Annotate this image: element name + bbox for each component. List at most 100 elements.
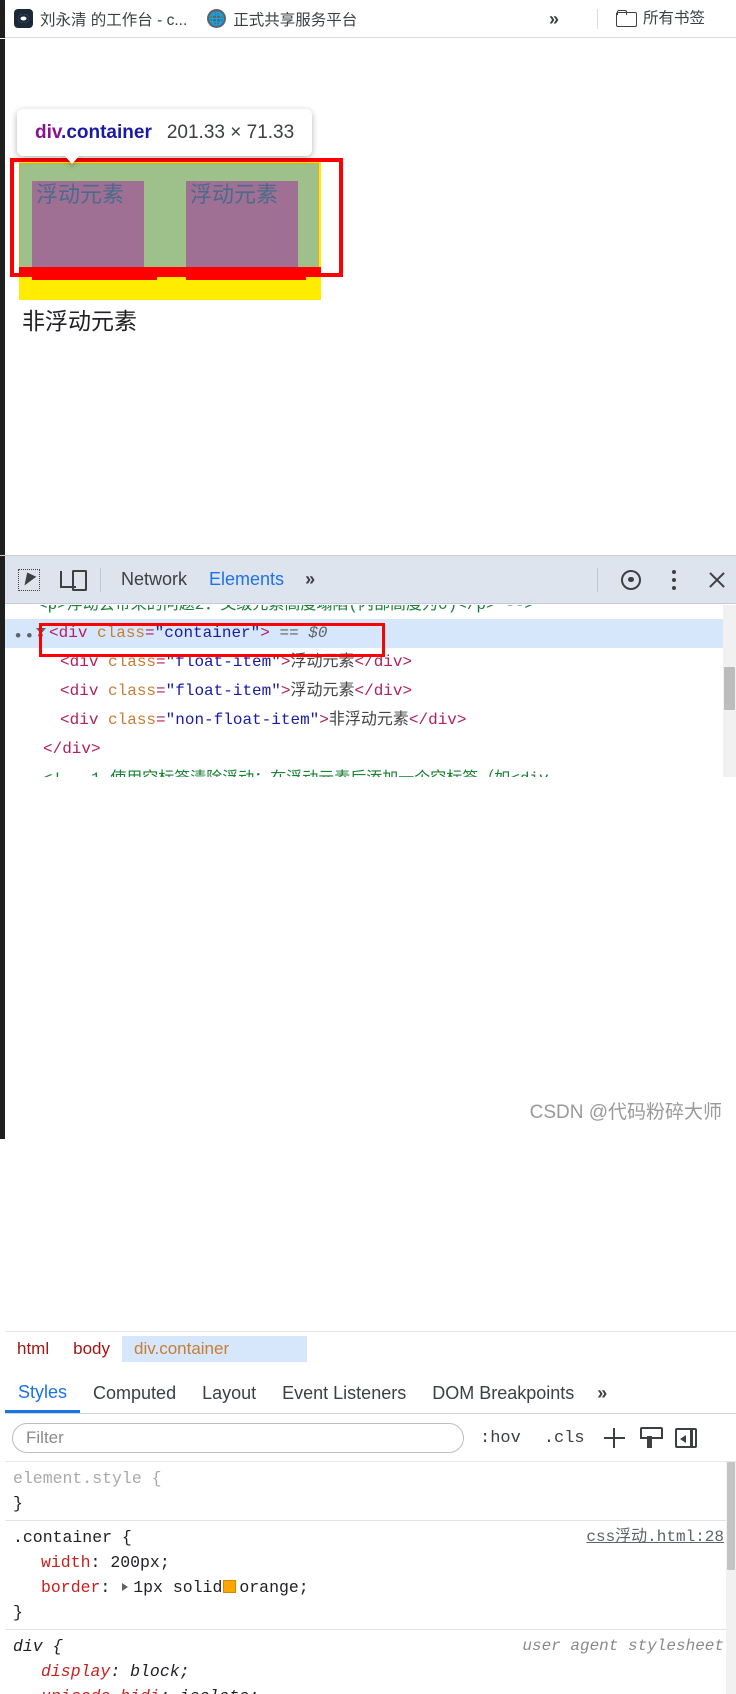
dom-tag-name: div — [69, 711, 99, 729]
dom-attr-value: "float-item" — [165, 682, 281, 700]
css-declaration-display[interactable]: display: block; — [13, 1659, 736, 1684]
styles-pane[interactable]: element.style { } .container { css浮动.htm… — [5, 1462, 736, 1694]
dom-eq: = — [145, 624, 155, 642]
css-value: block; — [130, 1662, 190, 1681]
dom-text-node: 浮动元素 — [290, 653, 355, 671]
css-rule-user-agent-div[interactable]: div { user agent stylesheet display: blo… — [5, 1629, 736, 1694]
breadcrumb-item-html[interactable]: html — [5, 1336, 61, 1362]
expand-triangle-icon[interactable] — [36, 628, 46, 634]
dom-tree[interactable]: <p>浮动会带来的问题2：父级元素高度塌陷(内部高度为0)</p> --> ••… — [5, 605, 736, 777]
paintbrush-icon[interactable] — [639, 1427, 663, 1449]
device-toolbar-button[interactable] — [53, 561, 91, 599]
overlay-float-2-margin-bar — [186, 268, 306, 280]
dom-row-container[interactable]: ••• <div class="container"> == $0 — [5, 619, 736, 648]
styles-pane-scrollbar[interactable] — [726, 1462, 736, 1694]
devtools-panel: Network Elements » <p>浮动会带来的问题2：父级元素高度塌陷… — [0, 555, 736, 1694]
css-declaration-width[interactable]: width: 200px; — [13, 1550, 736, 1575]
dom-eq: = — [156, 653, 166, 671]
bookmark-item-0[interactable]: 刘永清 的工作台 - c... — [8, 5, 193, 33]
close-devtools-button[interactable] — [698, 561, 736, 599]
dom-row-clipped-top: <p>浮动会带来的问题2：父级元素高度塌陷(内部高度为0)</p> --> — [5, 605, 736, 619]
bookmark-item-label: 刘永清 的工作台 - c... — [40, 11, 188, 29]
overlay-float-1-margin-bar — [32, 268, 157, 280]
css-property: display — [41, 1662, 111, 1681]
expand-shorthand-icon[interactable] — [122, 1583, 129, 1591]
settings-button[interactable] — [612, 561, 650, 599]
styles-pane-scrollbar-thumb[interactable] — [727, 1462, 735, 1570]
gear-icon — [621, 569, 641, 590]
tab-layout[interactable]: Layout — [189, 1374, 269, 1413]
tab-network[interactable]: Network — [110, 557, 198, 603]
dom-row-child[interactable]: <div class="float-item">浮动元素</div> — [5, 648, 736, 677]
dom-tree-scrollbar-thumb[interactable] — [724, 667, 735, 710]
bookmark-divider — [597, 9, 598, 29]
inspect-tooltip-tag: div — [35, 121, 62, 143]
css-value-tail: orange; — [239, 1578, 309, 1597]
dom-attr-name: class — [98, 653, 157, 671]
tab-dom-breakpoints[interactable]: DOM Breakpoints — [419, 1374, 587, 1413]
breadcrumb-item-div-container[interactable]: div.container — [122, 1335, 308, 1362]
dom-row-child[interactable]: <div class="float-item">浮动元素</div> — [5, 677, 736, 706]
css-property: unicode-bidi — [13, 1687, 160, 1694]
dom-tag-name: div — [58, 624, 88, 642]
css-source-link[interactable]: css浮动.html:28 — [586, 1525, 724, 1550]
dom-punc: < — [60, 682, 70, 700]
float-item-2-label: 浮动元素 — [190, 182, 279, 207]
dom-row-close-container[interactable]: </div> — [5, 735, 736, 764]
bookmark-item-1[interactable]: 🌐 正式共享服务平台 — [201, 5, 363, 33]
dom-punc: < — [60, 711, 70, 729]
styles-filter-row: :hov .cls — [5, 1415, 736, 1462]
inspect-tooltip-arrow — [63, 154, 81, 164]
element-classes-button[interactable]: .cls — [537, 1426, 592, 1451]
inspect-element-icon — [18, 568, 40, 591]
inspect-element-button[interactable] — [10, 561, 48, 599]
devtools-menu-button[interactable] — [655, 561, 693, 599]
css-rule-element-style[interactable]: element.style { } — [5, 1462, 736, 1520]
more-vertical-icon — [672, 569, 676, 590]
tab-computed[interactable]: Computed — [80, 1374, 189, 1413]
dom-attr-name: class — [87, 624, 146, 642]
dom-attr-value: "float-item" — [165, 653, 281, 671]
filter-input[interactable] — [12, 1423, 464, 1453]
tab-elements[interactable]: Elements — [198, 557, 295, 603]
dom-comment-top: <p>浮动会带来的问题2：父级元素高度塌陷(内部高度为0)</p> --> — [38, 605, 535, 614]
dom-row-child[interactable]: <div class="non-float-item">非浮动元素</div> — [5, 706, 736, 735]
breadcrumb-item-body[interactable]: body — [61, 1336, 122, 1362]
all-bookmarks-button[interactable]: 所有书签 — [616, 6, 705, 28]
dom-tag-name: div — [69, 682, 99, 700]
dom-close-tag: </div> — [43, 740, 101, 758]
dom-attr-value: "non-float-item" — [165, 711, 320, 729]
bookmark-overflow-button[interactable]: » — [549, 9, 559, 30]
inspect-tooltip-selector: div.container — [35, 122, 152, 144]
sidebar-toggle-icon[interactable] — [674, 1428, 697, 1448]
non-float-item: 非浮动元素 — [22, 308, 137, 334]
dom-punc-close: > — [319, 711, 329, 729]
plus-icon[interactable] — [603, 1427, 626, 1449]
dom-tree-scrollbar[interactable] — [723, 605, 736, 777]
css-rule-container[interactable]: .container { css浮动.html:28 width: 200px;… — [5, 1520, 736, 1629]
device-toolbar-icon — [60, 570, 87, 591]
hover-state-button[interactable]: :hov — [473, 1426, 528, 1451]
color-swatch-icon[interactable] — [223, 1580, 237, 1593]
page-viewport: 浮动元素 浮动元素 非浮动元素 div.container 201.33 × 7… — [5, 39, 736, 555]
watermark: CSDN @代码粉碎大师 — [529, 1102, 722, 1123]
float-item-2: 浮动元素 — [186, 181, 298, 268]
sidebar-tabs-more-button[interactable]: » — [587, 1383, 616, 1404]
inspect-tooltip-class: .container — [61, 121, 152, 143]
css-origin-label: user agent stylesheet — [522, 1637, 724, 1655]
float-item-1-label: 浮动元素 — [36, 182, 125, 207]
dom-text-node: 非浮动元素 — [328, 711, 409, 729]
dom-punc: < — [60, 653, 70, 671]
toolbar-more-tabs-button[interactable]: » — [295, 569, 324, 590]
eye-favicon — [14, 9, 33, 28]
dom-comment-bottom: <!-- 1.使用空标签清除浮动：在浮动元素后添加一个空标签（如<div — [43, 770, 549, 777]
tab-styles[interactable]: Styles — [5, 1374, 81, 1413]
dom-close-tag: </div> — [354, 682, 413, 700]
css-declaration-unicode-bidi[interactable]: unicode-bidi: isolate; — [13, 1684, 736, 1694]
css-declaration-border[interactable]: border: 1px solid orange; — [13, 1575, 736, 1600]
css-value: isolate; — [180, 1687, 259, 1694]
bookmark-bar: 刘永清 的工作台 - c... 🌐 正式共享服务平台 » 所有书签 — [0, 0, 736, 38]
float-item-1: 浮动元素 — [32, 181, 144, 268]
css-value: 200px; — [110, 1553, 170, 1572]
tab-event-listeners[interactable]: Event Listeners — [269, 1374, 419, 1413]
